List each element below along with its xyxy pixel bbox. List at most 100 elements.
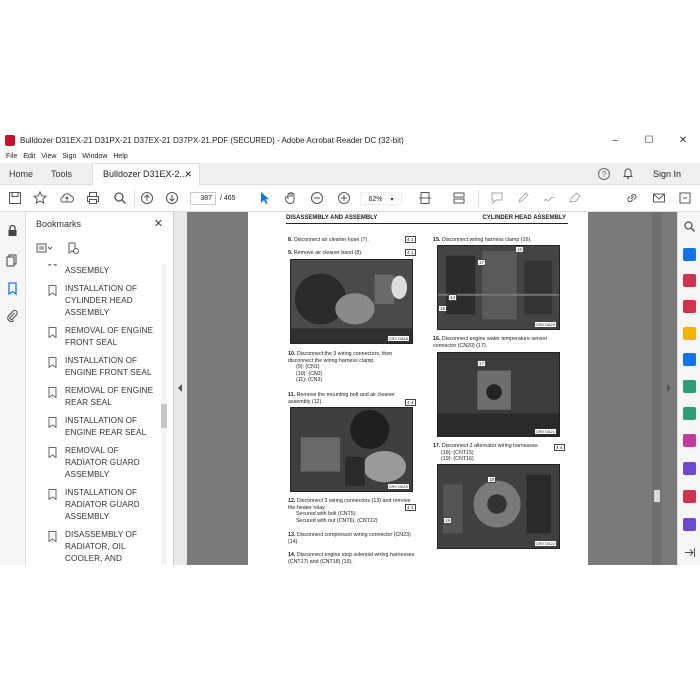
bullet: Secured with nut (CNT6), (CNT12) bbox=[296, 517, 378, 524]
minimize-button[interactable]: – bbox=[598, 131, 632, 150]
menu-edit[interactable]: Edit bbox=[23, 153, 35, 160]
photo-wiring-harness-clamp: CR9 OA20 bbox=[437, 245, 560, 330]
menu-help[interactable]: Help bbox=[113, 153, 127, 160]
bookmark-label: REMOVAL OF ENGINE FRONT SEAL bbox=[65, 326, 154, 347]
bookmarks-scrollbar[interactable] bbox=[161, 264, 167, 564]
bookmark-icon bbox=[48, 531, 57, 542]
panel-collapse-handle[interactable] bbox=[174, 212, 187, 565]
photo-air-cleaner-assembly: CR9 OA19 bbox=[290, 407, 413, 492]
previous-page-icon[interactable] bbox=[140, 191, 154, 205]
close-window-button[interactable]: ✕ bbox=[666, 131, 700, 150]
bookmark-item[interactable]: REMOVAL OF ENGINE FRONT SEAL bbox=[32, 325, 162, 349]
bookmark-options-icon[interactable] bbox=[36, 242, 54, 254]
callout-label: 19 bbox=[443, 517, 453, 524]
scrollbar-thumb[interactable] bbox=[654, 490, 660, 502]
bookmark-tools bbox=[36, 242, 96, 256]
bookmark-icon bbox=[48, 387, 57, 398]
bookmark-icon bbox=[48, 264, 57, 266]
more-tools-icon[interactable] bbox=[678, 191, 692, 205]
menu-view[interactable]: View bbox=[41, 153, 56, 160]
create-pdf-icon[interactable] bbox=[683, 274, 696, 287]
chevron-right-icon[interactable] bbox=[665, 384, 672, 392]
menu-window[interactable]: Window bbox=[82, 153, 107, 160]
draw-icon[interactable] bbox=[542, 191, 556, 205]
menu-sign[interactable]: Sign bbox=[62, 153, 76, 160]
comment-icon[interactable] bbox=[490, 191, 504, 205]
hand-tool-icon[interactable] bbox=[284, 191, 298, 205]
collapse-tools-icon[interactable] bbox=[683, 546, 696, 559]
bookmark-item[interactable]: DISASSEMBLY OF RADIATOR, OIL COOLER, AND bbox=[32, 529, 162, 564]
save-icon[interactable] bbox=[8, 191, 22, 205]
bell-icon[interactable] bbox=[622, 168, 634, 180]
bookmark-item[interactable]: INSTALLATION OF ENGINE REAR SEAL bbox=[32, 415, 162, 439]
title-bar: Bulldozer D31EX-21 D31PX-21 D37EX-21 D37… bbox=[0, 131, 700, 150]
document-scrollbar[interactable] bbox=[652, 212, 662, 565]
next-page-icon[interactable] bbox=[165, 191, 179, 205]
bookmark-item[interactable]: INSTALLATION OF RADIATOR GUARD ASSEMBLY bbox=[32, 487, 162, 523]
bookmark-star-icon[interactable] bbox=[33, 191, 47, 205]
toolbar-divider bbox=[478, 190, 479, 207]
chevron-down-icon: ▾ bbox=[390, 197, 394, 203]
help-icon[interactable]: ? bbox=[598, 168, 610, 180]
step-8: 8. Disconnect air cleaner hose (7). bbox=[288, 237, 369, 243]
scrollbar-thumb[interactable] bbox=[161, 404, 167, 428]
close-panel-icon[interactable]: ✕ bbox=[154, 217, 163, 230]
callout-label: 17 bbox=[477, 259, 487, 266]
zoom-level-select[interactable]: 62% ▾ bbox=[360, 192, 402, 205]
lock-icon[interactable] bbox=[6, 224, 19, 237]
combine-files-icon[interactable] bbox=[683, 353, 696, 366]
bookmark-item[interactable]: REMOVAL OF RADIATOR GUARD ASSEMBLY bbox=[32, 445, 162, 481]
photo-caption: CR9 OA22 bbox=[534, 541, 556, 546]
search-tool-icon[interactable] bbox=[683, 220, 696, 233]
sign-in-button[interactable]: Sign In bbox=[653, 163, 681, 185]
redact-icon[interactable] bbox=[683, 490, 696, 503]
bookmark-icon[interactable] bbox=[6, 282, 19, 295]
export-pdf-icon[interactable] bbox=[683, 248, 696, 261]
header-rule bbox=[286, 223, 568, 224]
zoom-out-icon[interactable] bbox=[310, 191, 324, 205]
email-icon[interactable] bbox=[652, 191, 666, 205]
page-header-left: DISASSEMBLY AND ASSEMBLY bbox=[286, 215, 378, 221]
tab-document[interactable]: Bulldozer D31EX-2... ✕ bbox=[92, 163, 200, 185]
tab-home[interactable]: Home bbox=[9, 163, 33, 185]
add-bookmark-icon[interactable] bbox=[66, 242, 80, 255]
step-11: 11. Remove the mounting bolt and air cle… bbox=[288, 392, 395, 405]
fill-and-sign-icon[interactable] bbox=[683, 434, 696, 447]
bookmark-label: REMOVAL OF RADIATOR GUARD ASSEMBLY bbox=[65, 446, 140, 479]
highlight-pen-icon[interactable] bbox=[516, 191, 530, 205]
compress-pdf-icon[interactable] bbox=[683, 407, 696, 420]
print-icon[interactable] bbox=[86, 191, 100, 205]
tab-close-icon[interactable]: ✕ bbox=[184, 164, 192, 185]
attachment-paperclip-icon[interactable] bbox=[6, 309, 19, 322]
bookmark-item[interactable]: INSTALLATION OF CYLINDER HEAD ASSEMBLY bbox=[32, 283, 162, 319]
page-fit-icon[interactable] bbox=[418, 191, 432, 205]
bookmark-icon bbox=[48, 489, 57, 500]
scroll-mode-icon[interactable] bbox=[452, 191, 466, 205]
comment-tool-icon[interactable] bbox=[683, 327, 696, 340]
more-tools-icon[interactable] bbox=[683, 518, 696, 531]
tab-document-label: Bulldozer D31EX-2... bbox=[103, 169, 188, 179]
bookmark-item[interactable]: REMOVAL OF ENGINE REAR SEAL bbox=[32, 385, 162, 409]
page-number-input[interactable]: 387 bbox=[190, 192, 216, 205]
menu-bar: File Edit View Sign Window Help bbox=[0, 150, 700, 163]
maximize-button[interactable]: ☐ bbox=[632, 131, 666, 150]
callout-label: 14 bbox=[448, 294, 458, 301]
zoom-in-icon[interactable] bbox=[337, 191, 351, 205]
upload-cloud-icon[interactable] bbox=[60, 191, 74, 205]
share-link-icon[interactable] bbox=[625, 191, 639, 205]
menu-file[interactable]: File bbox=[6, 153, 17, 160]
fill-sign-icon[interactable] bbox=[568, 191, 582, 205]
tab-tools[interactable]: Tools bbox=[51, 163, 72, 185]
protect-icon[interactable] bbox=[683, 462, 696, 475]
page-thumbnails-icon[interactable] bbox=[6, 254, 19, 267]
organize-pages-icon[interactable] bbox=[683, 380, 696, 393]
callout-label: 15 bbox=[438, 305, 448, 312]
bookmark-icon bbox=[48, 327, 57, 338]
bookmark-item[interactable]: INSTALLATION OF ENGINE FRONT SEAL bbox=[32, 355, 162, 379]
edit-pdf-icon[interactable] bbox=[683, 300, 696, 313]
bookmark-label: INSTALLATION OF RADIATOR GUARD ASSEMBLY bbox=[65, 488, 140, 521]
select-cursor-icon[interactable] bbox=[258, 191, 272, 205]
search-icon[interactable] bbox=[113, 191, 127, 205]
bookmark-item[interactable]: CYLINDER HEAD ASSEMBLY bbox=[32, 264, 162, 277]
bookmark-label: INSTALLATION OF CYLINDER HEAD ASSEMBLY bbox=[65, 284, 138, 317]
